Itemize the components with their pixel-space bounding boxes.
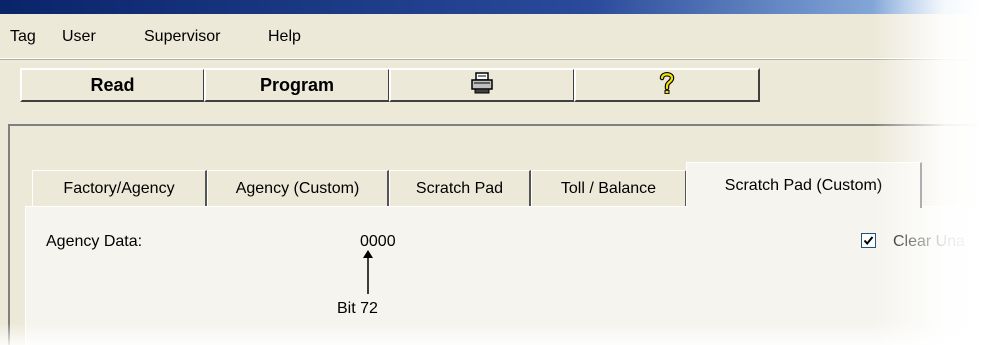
clear-checkbox[interactable] bbox=[861, 233, 876, 248]
menu-tag[interactable]: Tag bbox=[10, 28, 36, 46]
tab-label: Factory/Agency bbox=[63, 179, 175, 197]
tab-content bbox=[25, 206, 983, 345]
clear-checkbox-label: Clear Una bbox=[893, 233, 966, 250]
printer-icon bbox=[470, 71, 494, 99]
tab-label: Scratch Pad (Custom) bbox=[724, 176, 883, 194]
tab-label: Scratch Pad bbox=[415, 179, 504, 197]
tab-scratch-pad-custom[interactable]: Scratch Pad (Custom) bbox=[686, 162, 922, 208]
bit-pointer-arrow bbox=[363, 250, 373, 294]
question-mark-icon bbox=[658, 71, 676, 100]
checkmark-icon bbox=[863, 236, 874, 246]
menu-help[interactable]: Help bbox=[268, 28, 301, 46]
toolbar: Read Program bbox=[0, 60, 983, 118]
tab-label: Agency (Custom) bbox=[235, 179, 360, 197]
tab-factory-agency[interactable]: Factory/Agency bbox=[32, 170, 207, 206]
program-button[interactable]: Program bbox=[204, 68, 390, 102]
tab-label: Toll / Balance bbox=[560, 179, 657, 197]
title-bar[interactable] bbox=[0, 0, 983, 14]
agency-data-label: Agency Data: bbox=[46, 233, 143, 250]
tab-scratch-pad[interactable]: Scratch Pad bbox=[389, 170, 531, 206]
menu-supervisor[interactable]: Supervisor bbox=[144, 28, 220, 46]
menu-user[interactable]: User bbox=[62, 28, 96, 46]
tab-toll-balance[interactable]: Toll / Balance bbox=[531, 170, 687, 206]
tab-agency-custom[interactable]: Agency (Custom) bbox=[207, 170, 389, 206]
application-window: Tag User Supervisor Help Read Program Fa… bbox=[0, 0, 983, 345]
menu-bar: Tag User Supervisor Help bbox=[0, 14, 983, 59]
read-button[interactable]: Read bbox=[20, 68, 205, 102]
program-button-label: Program bbox=[259, 74, 335, 95]
help-button[interactable] bbox=[574, 68, 760, 102]
print-button[interactable] bbox=[389, 68, 575, 102]
bit-label: Bit 72 bbox=[337, 300, 378, 317]
agency-data-value: 0000 bbox=[360, 233, 396, 250]
read-button-label: Read bbox=[90, 74, 135, 95]
